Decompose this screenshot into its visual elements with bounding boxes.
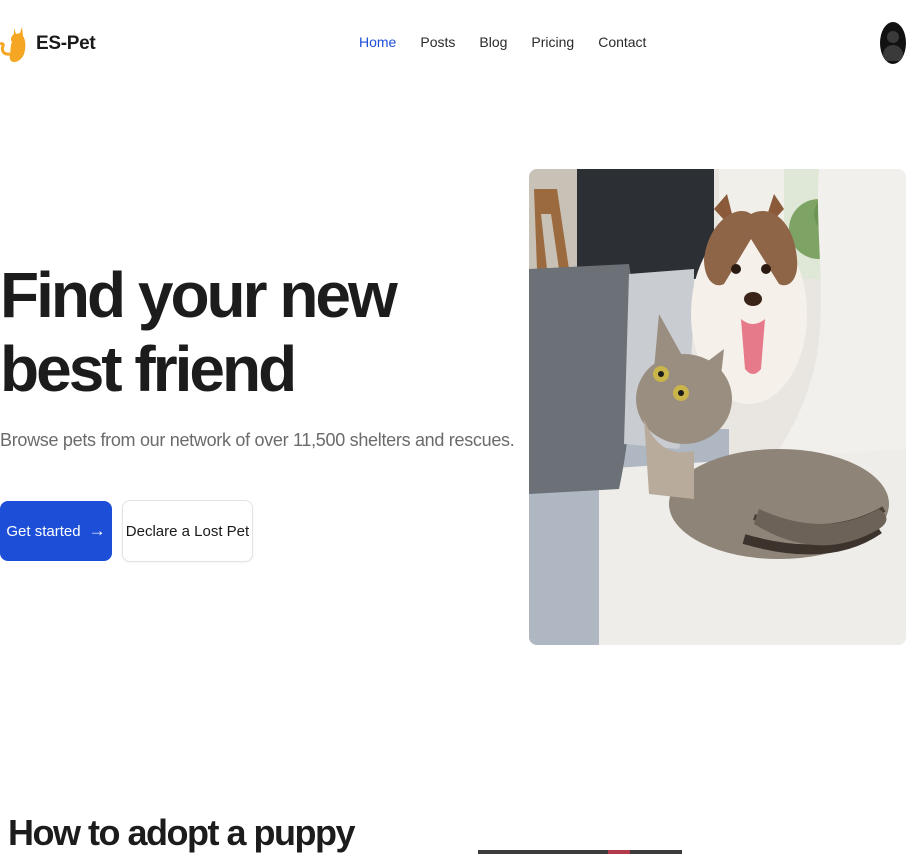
declare-lost-pet-button[interactable]: Declare a Lost Pet [122,500,253,562]
nav-blog[interactable]: Blog [479,34,507,50]
section-image-peek [478,850,682,854]
hero-title: Find your new best friend [0,259,398,405]
nav-contact[interactable]: Contact [598,34,646,50]
avatar-torso [883,45,903,61]
cat-silhouette-icon [0,27,26,62]
top-navbar: ES-Pet Home Posts Blog Pricing Contact [0,0,912,88]
main-menu: Home Posts Blog Pricing Contact [359,34,670,50]
nav-posts[interactable]: Posts [420,34,455,50]
nav-home[interactable]: Home [359,34,396,50]
section-image-peek-accent [608,850,630,854]
brand[interactable]: ES-Pet [0,24,96,64]
declare-lost-pet-label: Declare a Lost Pet [125,522,250,540]
pet-photo-illustration [529,169,906,645]
hero-subtitle: Browse pets from our network of over 11,… [0,430,515,450]
arrow-right-icon: → [88,521,106,540]
brand-name: ES-Pet [36,33,96,54]
get-started-button[interactable]: Get started → [0,501,112,561]
get-started-label: Get started [6,522,81,540]
avatar-head [887,31,899,43]
user-avatar-icon[interactable] [880,22,906,64]
nav-pricing[interactable]: Pricing [531,34,574,50]
section-title: How to adopt a puppy [8,812,355,853]
hero-pet-photo [529,169,906,645]
